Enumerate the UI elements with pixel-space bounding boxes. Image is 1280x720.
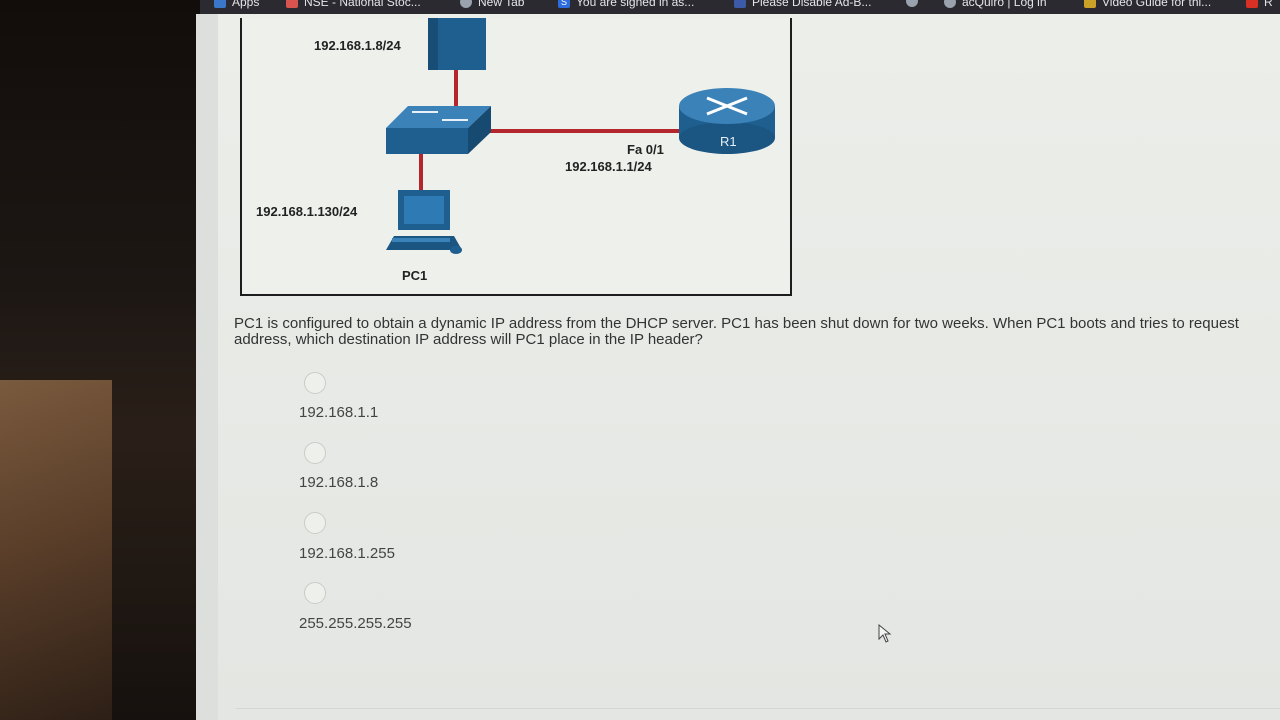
globe-icon <box>460 0 472 8</box>
bookmark-label: NSE - National Stoc... <box>304 0 421 9</box>
option-radio-1[interactable] <box>304 372 326 394</box>
bookmark-gmail[interactable]: R <box>1246 0 1273 9</box>
desk-background <box>0 380 112 720</box>
page-gutter <box>196 14 218 720</box>
apps-grid-icon <box>214 0 226 8</box>
bookmark-icon <box>1084 0 1096 8</box>
bookmark-disable-adblock[interactable]: Please Disable Ad-B... <box>734 0 871 9</box>
question-text: PC1 is configured to obtain a dynamic IP… <box>234 316 1280 348</box>
globe-icon <box>944 0 956 8</box>
quiz-page: 192.168.1.8/24 R1 Fa 0/1 192.168.1.1/24 … <box>196 14 1280 720</box>
option-radio-3[interactable] <box>304 512 326 534</box>
bookmark-label: acQuiro | Log in <box>962 0 1047 9</box>
router-interface-label: Fa 0/1 <box>627 142 664 157</box>
bookmark-label: R <box>1264 0 1273 9</box>
bookmark-nse[interactable]: NSE - National Stoc... <box>286 0 421 9</box>
bookmark-label: Please Disable Ad-B... <box>752 0 872 9</box>
option-label-2[interactable]: 192.168.1.8 <box>299 474 378 491</box>
network-topology-diagram: 192.168.1.8/24 R1 Fa 0/1 192.168.1.1/24 … <box>240 18 792 296</box>
bookmark-apps[interactable]: Apps <box>214 0 259 9</box>
bookmark-label: Video Guide for thi... <box>1102 0 1212 9</box>
option-radio-4[interactable] <box>304 582 326 604</box>
option-radio-2[interactable] <box>304 442 326 464</box>
s-icon: S <box>558 0 570 8</box>
switch-icon <box>386 106 491 154</box>
bookmark-label: Apps <box>232 0 260 9</box>
router-ip-label: 192.168.1.1/24 <box>565 159 652 174</box>
divider <box>236 708 1280 709</box>
globe-icon <box>906 0 918 7</box>
topology-svg <box>386 18 775 254</box>
option-label-4[interactable]: 255.255.255.255 <box>299 615 412 632</box>
bookmarks-bar: Apps NSE - National Stoc... New Tab S Yo… <box>200 0 1280 14</box>
question-line-2: address, which destination IP address wi… <box>234 331 703 348</box>
pc-icon <box>386 190 462 254</box>
mouse-cursor-icon <box>878 624 892 643</box>
router-name-label: R1 <box>720 134 737 149</box>
bookmark-new-tab[interactable]: New Tab <box>460 0 524 9</box>
bookmark-acquiro[interactable]: acQuiro | Log in <box>944 0 1047 9</box>
bookmark-video-guide[interactable]: Video Guide for thi... <box>1084 0 1211 9</box>
server-icon <box>428 18 486 70</box>
bookmark-signed-in[interactable]: S You are signed in as... <box>558 0 694 9</box>
site-icon <box>734 0 746 8</box>
option-label-1[interactable]: 192.168.1.1 <box>299 404 378 421</box>
nse-icon <box>286 0 298 8</box>
bookmark-label: New Tab <box>478 0 525 9</box>
option-label-3[interactable]: 192.168.1.255 <box>299 545 395 562</box>
pc-name-label: PC1 <box>402 268 428 283</box>
bookmark-globe[interactable] <box>906 0 924 7</box>
bookmark-label: You are signed in as... <box>576 0 695 9</box>
server-ip-label: 192.168.1.8/24 <box>314 38 401 53</box>
gmail-icon <box>1246 0 1258 8</box>
pc-ip-label: 192.168.1.130/24 <box>256 204 358 219</box>
question-line-1: PC1 is configured to obtain a dynamic IP… <box>234 315 1239 332</box>
